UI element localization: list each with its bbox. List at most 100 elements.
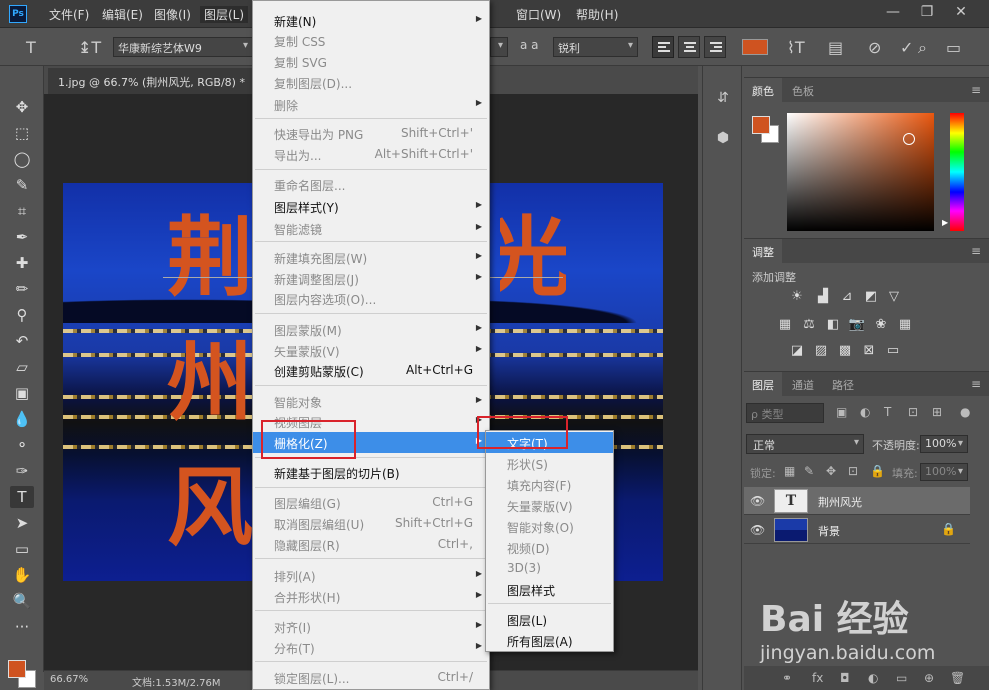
- menu-layer[interactable]: 图层(L): [200, 6, 249, 23]
- menu-image[interactable]: 图像(I): [154, 6, 191, 23]
- stamp-tool-icon[interactable]: ⚲: [10, 304, 34, 326]
- curves-icon[interactable]: ⊿: [838, 289, 856, 305]
- menu-item-new[interactable]: 新建(N) ▶: [253, 10, 489, 31]
- menu-item-new-fill-layer[interactable]: 新建填充图层(W) ▶: [253, 247, 489, 268]
- lock-position-icon[interactable]: ✥: [826, 464, 836, 478]
- menu-item-lock-layers[interactable]: 锁定图层(L)... Ctrl+/: [253, 667, 489, 688]
- submenu-item-vector-mask[interactable]: 矢量蒙版(V): [486, 495, 613, 516]
- new-group-icon[interactable]: ▭: [896, 671, 907, 685]
- blend-mode-select[interactable]: 正常 ▾: [746, 434, 864, 454]
- tab-color[interactable]: 颜色: [744, 78, 782, 102]
- selective-color-icon[interactable]: ⊠: [860, 343, 878, 359]
- menu-item-hide-layers[interactable]: 隐藏图层(R) Ctrl+,: [253, 534, 489, 555]
- more-tools-icon[interactable]: ···: [10, 616, 34, 638]
- panel-menu-icon[interactable]: ≡: [971, 244, 981, 258]
- submenu-item-smart-object[interactable]: 智能对象(O): [486, 516, 613, 537]
- menu-item-smart-filter[interactable]: 智能滤镜 ▶: [253, 218, 489, 239]
- filter-pixel-icon[interactable]: ▣: [836, 405, 847, 419]
- 3d-panel-icon[interactable]: ⬢: [713, 130, 733, 150]
- menu-item-copy-css[interactable]: 复制 CSS: [253, 30, 489, 51]
- menu-help[interactable]: 帮助(H): [576, 6, 618, 23]
- tab-layers[interactable]: 图层: [744, 372, 782, 396]
- layer-row[interactable]: 👁 T 荆州风光: [744, 487, 970, 515]
- history-brush-tool-icon[interactable]: ↶: [10, 330, 34, 352]
- menu-item-align[interactable]: 对齐(I) ▶: [253, 616, 489, 637]
- link-layers-icon[interactable]: ⚭: [782, 671, 792, 685]
- close-icon[interactable]: ✕: [946, 3, 976, 23]
- workspace-icon[interactable]: ▭: [946, 38, 961, 57]
- eyedropper-tool-icon[interactable]: ✒: [10, 226, 34, 248]
- rectangle-tool-icon[interactable]: ▭: [10, 538, 34, 560]
- filter-adjust-icon[interactable]: ◐: [860, 405, 870, 419]
- new-layer-icon[interactable]: ⊕: [924, 671, 934, 685]
- submenu-item-layer-style[interactable]: 图层样式: [486, 579, 613, 600]
- type-tool-icon[interactable]: T: [10, 486, 34, 508]
- menu-item-group-layers[interactable]: 图层编组(G) Ctrl+G: [253, 492, 489, 513]
- menu-item-delete[interactable]: 删除 ▶: [253, 94, 489, 115]
- menu-item-create-clipping-mask[interactable]: 创建剪贴蒙版(C) Alt+Ctrl+G: [253, 360, 489, 381]
- dodge-tool-icon[interactable]: ⚬: [10, 434, 34, 456]
- menu-file[interactable]: 文件(F): [49, 6, 89, 23]
- posterize-icon[interactable]: ▨: [812, 343, 830, 359]
- tab-paths[interactable]: 路径: [824, 372, 862, 396]
- menu-item-new-adjustment-layer[interactable]: 新建调整图层(J) ▶: [253, 268, 489, 289]
- history-panel-icon[interactable]: ⇵: [713, 90, 733, 110]
- lock-artboard-icon[interactable]: ⊡: [848, 464, 858, 478]
- warp-text-icon[interactable]: ⌇T: [787, 38, 805, 57]
- menu-item-quick-export[interactable]: 快速导出为 PNG Shift+Ctrl+': [253, 123, 489, 144]
- eye-icon[interactable]: 👁: [750, 494, 765, 508]
- add-mask-icon[interactable]: ◘: [840, 671, 850, 685]
- lasso-tool-icon[interactable]: ◯: [10, 148, 34, 170]
- marquee-tool-icon[interactable]: ⬚: [10, 122, 34, 144]
- blur-tool-icon[interactable]: 💧: [10, 408, 34, 430]
- color-balance-icon[interactable]: ⚖: [800, 317, 818, 333]
- align-center-button[interactable]: [678, 36, 700, 58]
- color-lookup-icon[interactable]: ▦: [896, 317, 914, 333]
- hue-sat-icon[interactable]: ▦: [776, 317, 794, 333]
- menu-item-layer-mask[interactable]: 图层蒙版(M) ▶: [253, 319, 489, 340]
- submenu-item-3d[interactable]: 3D(3): [486, 558, 613, 579]
- text-tool-icon[interactable]: T: [26, 38, 36, 57]
- font-family-select[interactable]: 华康新综艺体W9 ▾: [113, 37, 253, 57]
- menu-item-vector-mask[interactable]: 矢量蒙版(V) ▶: [253, 340, 489, 361]
- color-picker-ring[interactable]: [903, 133, 915, 145]
- minimize-icon[interactable]: —: [878, 3, 908, 23]
- menu-window[interactable]: 窗口(W): [516, 6, 561, 23]
- hand-tool-icon[interactable]: ✋: [10, 564, 34, 586]
- filter-type-icon[interactable]: T: [884, 405, 891, 419]
- channel-mixer-icon[interactable]: ❀: [872, 317, 890, 333]
- tab-channels[interactable]: 通道: [784, 372, 822, 396]
- restore-icon[interactable]: ❐: [912, 3, 942, 23]
- tab-swatches[interactable]: 色板: [784, 78, 822, 102]
- submenu-item-layer[interactable]: 图层(L): [486, 609, 613, 630]
- quick-select-tool-icon[interactable]: ✎: [10, 174, 34, 196]
- lock-image-icon[interactable]: ✎: [804, 464, 814, 478]
- hue-slider-strip[interactable]: [950, 113, 964, 231]
- foreground-color-swatch[interactable]: [8, 660, 26, 678]
- menu-edit[interactable]: 编辑(E): [102, 6, 143, 23]
- delete-layer-icon[interactable]: 🗑: [950, 671, 965, 685]
- photo-filter-icon[interactable]: 📷: [848, 317, 866, 333]
- menu-item-rename-layer[interactable]: 重命名图层...: [253, 174, 489, 195]
- menu-item-ungroup-layers[interactable]: 取消图层编组(U) Shift+Ctrl+G: [253, 513, 489, 534]
- exposure-icon[interactable]: ◩: [862, 289, 880, 305]
- layer-filter-select[interactable]: ρ 类型: [746, 403, 824, 423]
- threshold-icon[interactable]: ▩: [836, 343, 854, 359]
- brush-tool-icon[interactable]: ✏: [10, 278, 34, 300]
- hue-slider-handle[interactable]: ▶: [942, 218, 948, 227]
- menu-item-layer-style[interactable]: 图层样式(Y) ▶: [253, 196, 489, 217]
- menu-item-distribute[interactable]: 分布(T) ▶: [253, 637, 489, 658]
- layer-name[interactable]: 背景: [818, 523, 840, 539]
- eye-icon[interactable]: 👁: [750, 523, 765, 537]
- layer-style-icon[interactable]: fx: [812, 671, 823, 685]
- commit-icon[interactable]: ✓: [900, 38, 913, 57]
- menu-item-arrange[interactable]: 排列(A) ▶: [253, 565, 489, 586]
- menu-item-layer-content-options[interactable]: 图层内容选项(O)...: [253, 288, 489, 309]
- invert-icon[interactable]: ◪: [788, 343, 806, 359]
- cancel-icon[interactable]: ⊘: [868, 38, 881, 57]
- search-icon[interactable]: ⌕: [918, 38, 927, 58]
- character-panel-icon[interactable]: ▤: [828, 38, 843, 57]
- pen-tool-icon[interactable]: ✑: [10, 460, 34, 482]
- zoom-level[interactable]: 66.67%: [50, 674, 88, 685]
- menu-item-combine-shapes[interactable]: 合并形状(H) ▶: [253, 586, 489, 607]
